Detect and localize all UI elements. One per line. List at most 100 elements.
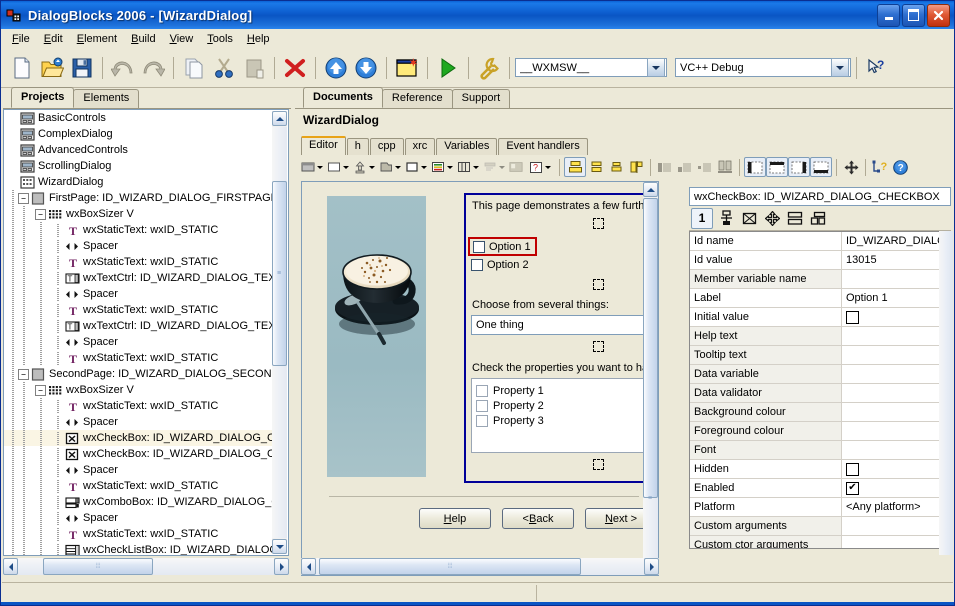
menu-help[interactable]: Help xyxy=(240,31,277,47)
tree-item[interactable]: AdvancedControls xyxy=(4,142,275,158)
tree-item[interactable]: Spacer xyxy=(4,414,275,430)
tree-item[interactable]: TwxStaticText: wxID_STATIC xyxy=(4,254,275,270)
tree-item[interactable]: wxComboBox: ID_WIZARD_DIALOG_C xyxy=(4,494,275,510)
property-value[interactable] xyxy=(842,422,951,440)
tree-item[interactable]: TwxStaticText: wxID_STATIC xyxy=(4,302,275,318)
tree-item[interactable]: TwxTextCtrl: ID_WIZARD_DIALOG_TEX xyxy=(4,318,275,334)
move-up-icon[interactable] xyxy=(321,53,351,83)
subtab-cpp[interactable]: cpp xyxy=(370,138,404,155)
menu-view[interactable]: View xyxy=(163,31,201,47)
border-top-icon[interactable] xyxy=(766,157,788,177)
property-row[interactable]: Platform<Any platform> xyxy=(690,498,951,517)
things-combobox[interactable]: One thing xyxy=(471,315,659,335)
panel-tool-icon[interactable] xyxy=(327,160,341,174)
properties-vertical-scrollbar[interactable] xyxy=(939,231,953,555)
tree-vertical-scrollbar[interactable]: ≡ xyxy=(272,111,287,554)
chevron-down-icon[interactable] xyxy=(445,160,454,174)
design-canvas[interactable]: This page demonstrates a few further con… xyxy=(301,181,659,576)
tree-expander-minus-icon[interactable]: − xyxy=(17,368,30,381)
property-row[interactable]: Foreground colour xyxy=(690,422,951,441)
scroll-left-button[interactable] xyxy=(3,558,18,575)
cut-icon[interactable] xyxy=(209,53,239,83)
chevron-down-icon[interactable] xyxy=(419,160,428,174)
help-circle-icon[interactable]: ? xyxy=(890,158,910,176)
tree-item[interactable]: −wxBoxSizer V xyxy=(4,206,275,222)
close-button[interactable] xyxy=(927,4,950,27)
menu-build[interactable]: Build xyxy=(124,31,162,47)
subtab-event-handlers[interactable]: Event handlers xyxy=(498,138,587,155)
option-1-checkbox[interactable] xyxy=(473,241,485,253)
property-row[interactable]: Hidden xyxy=(690,460,951,479)
list-item[interactable]: Property 3 xyxy=(476,413,659,428)
property-row[interactable]: Custom arguments xyxy=(690,517,951,536)
chevron-down-icon[interactable] xyxy=(367,160,376,174)
tree-item[interactable]: WizardDialog xyxy=(4,174,275,190)
tab-projects[interactable]: Projects xyxy=(11,87,74,108)
property-value[interactable] xyxy=(842,270,951,288)
tree-item[interactable]: wxCheckBox: ID_WIZARD_DIALOG_CH xyxy=(4,430,275,446)
align-bottom-icon[interactable] xyxy=(586,158,606,176)
expander-box[interactable]: − xyxy=(35,385,46,396)
run-icon[interactable] xyxy=(433,53,463,83)
chevron-down-icon[interactable] xyxy=(315,160,324,174)
move-icon[interactable] xyxy=(762,209,782,228)
chevron-down-icon[interactable] xyxy=(393,160,402,174)
align-center-v-icon[interactable] xyxy=(606,158,626,176)
expand-all-icon[interactable] xyxy=(715,158,735,176)
align-distribute-icon[interactable] xyxy=(626,158,646,176)
toolbar-tool-icon[interactable] xyxy=(353,160,367,174)
property-checkbox[interactable] xyxy=(846,311,859,324)
properties-grid[interactable]: Id nameID_WIZARD_DIALOId value13015Membe… xyxy=(689,231,951,549)
border-left-icon[interactable] xyxy=(744,157,766,177)
properties-checklistbox[interactable]: Property 1 Property 2 Property 3 xyxy=(471,378,659,453)
scrollbar-track[interactable] xyxy=(939,231,953,555)
property-checkbox[interactable] xyxy=(846,463,859,476)
scroll-left-button[interactable] xyxy=(301,558,316,575)
tree-expander-minus-icon[interactable]: − xyxy=(34,208,47,221)
property-row[interactable]: Data variable xyxy=(690,365,951,384)
menu-element[interactable]: Element xyxy=(70,31,124,47)
tree-item[interactable]: TwxStaticText: wxID_STATIC xyxy=(4,526,275,542)
dialog-tool-icon[interactable] xyxy=(301,160,315,174)
property-row[interactable]: Custom ctor arguments xyxy=(690,536,951,549)
property-row[interactable]: Background colour xyxy=(690,403,951,422)
property-value[interactable] xyxy=(842,517,951,535)
property-row[interactable]: Help text xyxy=(690,327,951,346)
configuration-combo[interactable]: VC++ Debug xyxy=(675,58,851,77)
tree-item[interactable]: TwxStaticText: wxID_STATIC xyxy=(4,478,275,494)
property-value[interactable] xyxy=(842,403,951,421)
tree-item[interactable]: wxCheckBox: ID_WIZARD_DIALOG_CH xyxy=(4,446,275,462)
expander-box[interactable]: − xyxy=(35,209,46,220)
maximize-button[interactable] xyxy=(902,4,925,27)
expand-both-icon[interactable] xyxy=(695,158,715,176)
tree-expander-minus-icon[interactable]: − xyxy=(17,192,30,205)
tree-expander-minus-icon[interactable]: − xyxy=(34,384,47,397)
tree-item[interactable]: Spacer xyxy=(4,238,275,254)
open-folder-icon[interactable] xyxy=(37,53,67,83)
help-button[interactable]: Help xyxy=(419,508,491,529)
property-value[interactable] xyxy=(842,327,951,345)
tab-elements[interactable]: Elements xyxy=(73,89,139,108)
subtab-h[interactable]: h xyxy=(347,138,369,155)
scroll-right-button[interactable] xyxy=(274,558,289,575)
tree-item[interactable]: −FirstPage: ID_WIZARD_DIALOG_FIRSTPAGE xyxy=(4,190,275,206)
property-value[interactable] xyxy=(842,536,951,549)
expander-box[interactable]: − xyxy=(18,193,29,204)
property-value[interactable] xyxy=(842,460,951,478)
tree-item[interactable]: −wxBoxSizer V xyxy=(4,382,275,398)
tree-item[interactable]: Spacer xyxy=(4,462,275,478)
subtab-variables[interactable]: Variables xyxy=(436,138,497,155)
scroll-up-button[interactable] xyxy=(643,182,658,197)
sizer-handle[interactable] xyxy=(593,459,604,470)
expand-left-icon[interactable] xyxy=(655,158,675,176)
subtab-editor[interactable]: Editor xyxy=(301,136,346,155)
menu-tools[interactable]: Tools xyxy=(200,31,240,47)
expander-box[interactable]: − xyxy=(18,369,29,380)
property-row[interactable]: Data validator xyxy=(690,384,951,403)
option-2-row[interactable]: Option 2 xyxy=(471,259,529,271)
move-tool-icon[interactable] xyxy=(841,158,861,176)
property-value[interactable]: 13015 xyxy=(842,251,951,269)
layout-tree-icon[interactable] xyxy=(716,209,736,228)
redo-icon[interactable] xyxy=(138,53,168,83)
property-value[interactable]: <Any platform> xyxy=(842,498,951,516)
